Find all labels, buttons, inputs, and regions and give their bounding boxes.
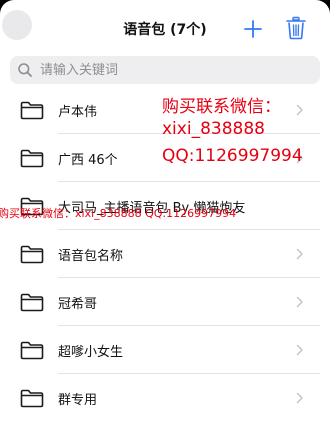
trash-icon [286,16,306,40]
add-button[interactable] [242,18,264,40]
list-item[interactable]: 群专用 [0,374,330,422]
chevron-right-icon [296,152,303,164]
folder-icon [20,149,44,168]
folder-icon [20,245,44,264]
search-bar[interactable] [10,56,320,84]
chevron-right-icon [296,248,303,260]
list-item[interactable]: 语音包名称 [0,230,330,278]
list-item[interactable]: 广西 46个 [0,134,330,182]
voice-pack-sheet: 语音包 (7个) 请输入关键词 卢本伟 广西 46个 大司马_主播语音包 By … [0,0,330,425]
list-item-label: 广西 46个 [58,153,118,168]
header: 语音包 (7个) [0,0,330,56]
folder-icon [20,197,44,216]
chevron-right-icon [296,344,303,356]
close-button[interactable] [2,10,32,40]
list-item-label: 冠希哥 [58,297,98,312]
list-item-label: 超嗲小女生 [58,345,124,360]
delete-button[interactable] [285,16,307,40]
folder-icon [20,101,44,120]
folder-icon [20,293,44,312]
list-item[interactable]: 卢本伟 [0,86,330,134]
list-item-label: 群专用 [58,393,98,408]
search-icon [18,63,32,77]
plus-icon [244,20,262,38]
folder-icon [20,341,44,360]
folder-icon [20,389,44,408]
chevron-right-icon [296,392,303,404]
list-item[interactable]: 大司马_主播语音包 By 懒猫炮友 [0,182,330,230]
list-item-label: 语音包名称 [58,249,124,264]
list-item-label: 卢本伟 [58,105,98,120]
page-title: 语音包 (7个) [123,22,207,38]
list-item[interactable]: 冠希哥 [0,278,330,326]
chevron-right-icon [296,104,303,116]
list-item[interactable]: 超嗲小女生 [0,326,330,374]
chevron-right-icon [296,296,303,308]
list-item-label: 大司马_主播语音包 By 懒猫炮友 [58,201,246,216]
search-input[interactable] [40,56,310,84]
